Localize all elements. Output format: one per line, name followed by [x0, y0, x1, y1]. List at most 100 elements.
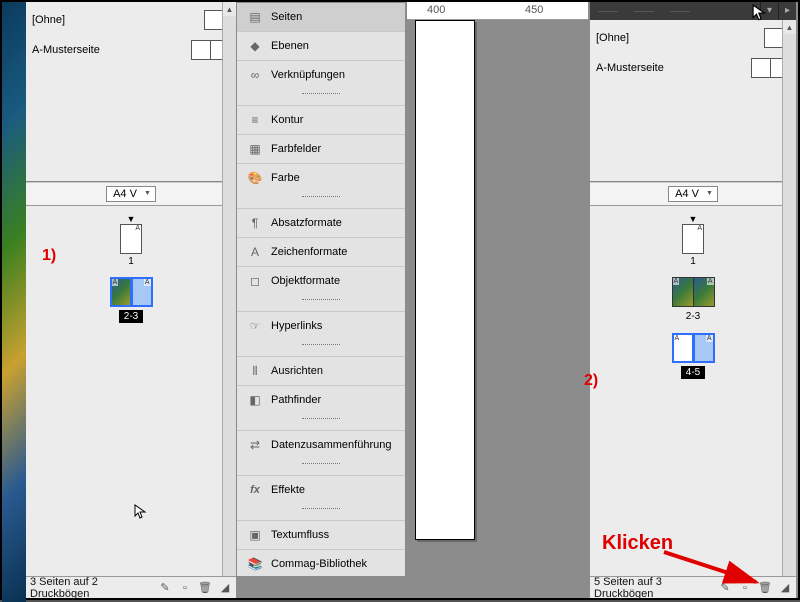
page-size-bar-r: A4 V [590, 182, 796, 206]
spread-45-group-r[interactable]: A A 4-5 [590, 333, 796, 379]
tool-zeichenformate[interactable]: A Zeichenformate [237, 237, 405, 266]
object-styles-icon: ◻ [247, 273, 263, 289]
textwrap-icon: ▣ [247, 527, 263, 543]
horizontal-ruler: 400 450 [407, 2, 588, 20]
pages-status-text: 3 Seiten auf 2 Druckbögen [30, 576, 158, 600]
scrollbar-v[interactable]: ▲ [222, 2, 236, 576]
scroll-up-icon[interactable]: ▲ [783, 20, 796, 34]
edit-page-icon[interactable]: ✎ [158, 581, 172, 595]
spread-23-thumb[interactable]: A A [26, 277, 236, 307]
master-none-item[interactable]: [Ohne] [32, 10, 230, 30]
pages-panel-left: [Ohne] A-Musterseite A4 V ▼ A 1 [26, 2, 236, 598]
links-icon: ∞ [247, 67, 263, 83]
start-marker-icon: ▼ [590, 214, 796, 224]
tool-commag-bibliothek[interactable]: 📚 Commag-Bibliothek [237, 549, 405, 578]
swatches-icon: ▦ [247, 141, 263, 157]
character-styles-icon: A [247, 244, 263, 260]
page-size-value: A4 V [113, 188, 137, 200]
window-buttons: ▾ ▸ [760, 2, 796, 20]
tool-hyperlinks[interactable]: ☞ Hyperlinks [237, 311, 405, 340]
collapse-icon[interactable]: ▸ [778, 2, 796, 20]
page-size-bar: A4 V [26, 182, 236, 206]
ruler-tick-450: 450 [525, 4, 543, 16]
pages-panel-right: —— —— —— ▾ ▸ [Ohne] A-Musterseite A4 V [590, 2, 796, 598]
scrollbar-v-r[interactable]: ▲ [782, 20, 796, 576]
tool-datenzusammenfuehrung[interactable]: ⇄ Datenzusammenführung [237, 430, 405, 459]
separator [237, 344, 405, 356]
data-merge-icon: ⇄ [247, 437, 263, 453]
resize-handle-icon-r[interactable]: ◢ [778, 581, 792, 595]
trash-icon[interactable]: 🗑 [198, 581, 212, 595]
tool-objektformate[interactable]: ◻ Objektformate [237, 266, 405, 295]
stroke-icon: ≡ [247, 112, 263, 128]
pages-status-bar-right: 5 Seiten auf 3 Druckbögen ✎ ▫ 🗑 ◢ [590, 576, 796, 598]
scroll-up-icon[interactable]: ▲ [223, 2, 236, 16]
panel-tabs: —— —— —— [590, 2, 782, 20]
document-page[interactable] [415, 20, 475, 540]
page-size-select-r[interactable]: A4 V [668, 186, 718, 202]
separator [237, 299, 405, 311]
pages-thumbnails-area-r: ▼ A 1 A A 2-3 A A 4-5 [590, 206, 796, 556]
new-page-icon-r[interactable]: ▫ [738, 581, 752, 595]
page-size-select[interactable]: A4 V [106, 186, 156, 202]
separator [237, 196, 405, 208]
page-1-group-r[interactable]: A 1 [590, 224, 796, 267]
tool-kontur[interactable]: ≡ Kontur [237, 105, 405, 134]
tool-seiten[interactable]: ▤ Seiten [237, 3, 405, 31]
spread-23-thumb-r[interactable]: A A [590, 277, 796, 307]
tool-seiten-label: Seiten [271, 11, 302, 23]
master-pages-area-r: [Ohne] A-Musterseite [590, 20, 796, 182]
separator [237, 463, 405, 475]
document-canvas[interactable] [407, 20, 592, 577]
paragraph-styles-icon: ¶ [247, 215, 263, 231]
background-photo-strip [2, 2, 26, 602]
tool-pathfinder[interactable]: ◧ Pathfinder [237, 385, 405, 414]
edit-page-icon-r[interactable]: ✎ [718, 581, 732, 595]
master-a-label: A-Musterseite [32, 44, 191, 56]
tool-verknuepfungen[interactable]: ∞ Verknüpfungen [237, 60, 405, 89]
page-1-thumb-r[interactable]: A [682, 224, 704, 254]
color-icon: 🎨 [247, 170, 263, 186]
page-1-group[interactable]: A 1 [26, 224, 236, 267]
align-icon: ⫴ [247, 363, 263, 379]
tool-farbe[interactable]: 🎨 Farbe [237, 163, 405, 192]
master-marker: A [134, 225, 141, 232]
tool-absatzformate[interactable]: ¶ Absatzformate [237, 208, 405, 237]
separator [237, 508, 405, 520]
master-none-label: [Ohne] [32, 14, 204, 26]
tool-farbfelder[interactable]: ▦ Farbfelder [237, 134, 405, 163]
pages-thumbnails-area: ▼ A 1 A A 2-3 [26, 206, 236, 556]
spread-23-group-r[interactable]: A A 2-3 [590, 277, 796, 323]
master-a-item-r[interactable]: A-Musterseite [596, 58, 790, 78]
spread-23-label: 2-3 [119, 310, 143, 323]
page-1-label: 1 [26, 256, 236, 267]
start-marker-icon: ▼ [26, 214, 236, 224]
trash-icon-r[interactable]: 🗑 [758, 581, 772, 595]
tab-obscured-1[interactable]: —— [594, 4, 622, 19]
new-page-icon[interactable]: ▫ [178, 581, 192, 595]
tab-obscured-3[interactable]: —— [666, 4, 694, 19]
pages-icon: ▤ [247, 9, 263, 25]
panel-menu-icon[interactable]: ▾ [760, 2, 778, 20]
tab-obscured-2[interactable]: —— [630, 4, 658, 19]
tool-ebenen[interactable]: ◆ Ebenen [237, 31, 405, 60]
tool-textumfluss[interactable]: ▣ Textumfluss [237, 520, 405, 549]
spread-23-group[interactable]: A A 2-3 [26, 277, 236, 323]
tool-ausrichten[interactable]: ⫴ Ausrichten [237, 356, 405, 385]
resize-handle-icon[interactable]: ◢ [218, 581, 232, 595]
ruler-tick-400: 400 [427, 4, 445, 16]
spread-45-thumb-r[interactable]: A A [590, 333, 796, 363]
master-none-item-r[interactable]: [Ohne] [596, 28, 790, 48]
hyperlinks-icon: ☞ [247, 318, 263, 334]
separator [237, 418, 405, 430]
pages-status-text-r: 5 Seiten auf 3 Druckbögen [594, 576, 718, 600]
pages-status-bar-left: 3 Seiten auf 2 Druckbögen ✎ ▫ 🗑 ◢ [26, 576, 236, 598]
master-pages-area: [Ohne] A-Musterseite [26, 2, 236, 182]
tool-effekte[interactable]: fx Effekte [237, 475, 405, 504]
effects-icon: fx [247, 482, 263, 498]
library-icon: 📚 [247, 556, 263, 572]
panels-toolbar: ▤ Seiten ◆ Ebenen ∞ Verknüpfungen ≡ Kont… [236, 2, 406, 577]
master-a-item[interactable]: A-Musterseite [32, 40, 230, 60]
page-1-thumb[interactable]: A [120, 224, 142, 254]
layers-icon: ◆ [247, 38, 263, 54]
